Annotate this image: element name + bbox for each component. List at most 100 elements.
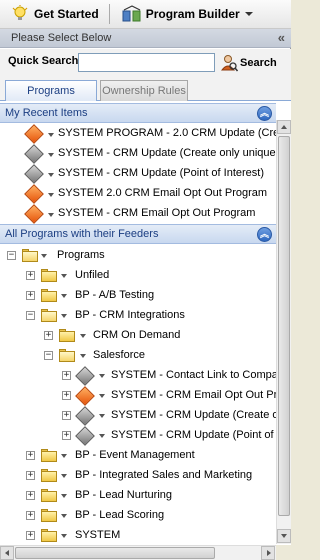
recent-item[interactable]: SYSTEM - CRM Email Opt Out Program bbox=[0, 204, 276, 224]
orange-diamond-icon bbox=[24, 184, 44, 204]
expand-node-icon[interactable]: + bbox=[62, 371, 71, 380]
recent-item[interactable]: SYSTEM 2.0 CRM Email Opt Out Program bbox=[0, 184, 276, 204]
folder-icon bbox=[41, 289, 57, 302]
expand-node-icon[interactable]: + bbox=[62, 411, 71, 420]
chevron-down-icon[interactable] bbox=[61, 514, 67, 518]
all-programs-title: All Programs with their Feeders bbox=[5, 228, 159, 240]
chevron-down-icon[interactable] bbox=[61, 314, 67, 318]
scroll-down-button[interactable] bbox=[277, 529, 291, 543]
chevron-down-icon[interactable] bbox=[48, 193, 54, 197]
tree-node-label: BP - Lead Scoring bbox=[75, 509, 165, 521]
collapse-panel-icon[interactable]: « bbox=[278, 30, 285, 45]
recent-item[interactable]: SYSTEM - CRM Update (Create only unique … bbox=[0, 144, 276, 164]
expand-node-icon[interactable]: + bbox=[26, 491, 35, 500]
recent-item-label: SYSTEM - CRM Update (Point of Interest) bbox=[58, 167, 265, 179]
vertical-scrollbar[interactable] bbox=[276, 120, 291, 544]
recent-item[interactable]: SYSTEM - CRM Update (Point of Interest) bbox=[0, 164, 276, 184]
open-folder-icon bbox=[59, 349, 75, 362]
chevron-down-icon[interactable] bbox=[48, 153, 54, 157]
collapse-node-icon[interactable]: − bbox=[26, 311, 35, 320]
search-button[interactable]: Search bbox=[220, 52, 277, 74]
program-builder-icon bbox=[122, 5, 142, 23]
collapse-section-icon[interactable]: ︽ bbox=[257, 106, 272, 121]
tab-programs[interactable]: Programs bbox=[5, 80, 97, 102]
folder-icon bbox=[41, 269, 57, 282]
expand-node-icon[interactable]: + bbox=[26, 511, 35, 520]
chevron-down-icon[interactable] bbox=[80, 334, 86, 338]
chevron-down-icon[interactable] bbox=[61, 534, 67, 538]
tree-node-label: BP - Integrated Sales and Marketing bbox=[75, 469, 253, 481]
horizontal-scroll-thumb[interactable] bbox=[15, 547, 215, 559]
chevron-down-icon[interactable] bbox=[61, 474, 67, 478]
tree-node-label: BP - Lead Nurturing bbox=[75, 489, 173, 501]
quick-search-bar: Quick Search Search bbox=[0, 49, 291, 77]
tree-node-label: SYSTEM - Contact Link to Compar bbox=[111, 369, 282, 381]
chevron-down-icon[interactable] bbox=[61, 294, 67, 298]
collapse-section-icon[interactable]: ︽ bbox=[257, 227, 272, 242]
chevron-down-icon[interactable] bbox=[48, 133, 54, 137]
vertical-scroll-thumb[interactable] bbox=[278, 136, 290, 516]
open-folder-icon bbox=[41, 309, 57, 322]
program-navigator-panel: Get Started Program Builder Please Selec… bbox=[0, 0, 291, 560]
recent-item[interactable]: SYSTEM PROGRAM - 2.0 CRM Update (Crea bbox=[0, 124, 276, 144]
expand-node-icon[interactable]: + bbox=[26, 471, 35, 480]
tree-node-label: BP - Event Management bbox=[75, 449, 195, 461]
chevron-down-icon[interactable] bbox=[99, 394, 105, 398]
chevron-down-icon[interactable] bbox=[61, 454, 67, 458]
quick-search-input[interactable] bbox=[78, 53, 215, 72]
quick-search-label: Quick Search bbox=[8, 55, 79, 67]
lightbulb-icon bbox=[10, 5, 30, 23]
tree-node-label: SYSTEM - CRM Update (Create or bbox=[111, 409, 283, 421]
collapse-node-icon[interactable]: − bbox=[7, 251, 16, 260]
all-programs-header[interactable]: All Programs with their Feeders ︽ bbox=[0, 224, 276, 244]
gray-diamond-icon bbox=[75, 426, 95, 446]
tree-node-label: SYSTEM bbox=[75, 529, 121, 541]
folder-icon bbox=[59, 329, 75, 342]
scroll-left-button[interactable] bbox=[0, 546, 14, 560]
chevron-down-icon[interactable] bbox=[41, 254, 47, 258]
program-builder-button[interactable]: Program Builder bbox=[118, 3, 257, 25]
horizontal-scrollbar[interactable] bbox=[0, 545, 276, 560]
expand-node-icon[interactable]: + bbox=[26, 271, 35, 280]
scroll-right-button[interactable] bbox=[261, 546, 275, 560]
folder-icon bbox=[41, 489, 57, 502]
chevron-down-icon[interactable] bbox=[61, 494, 67, 498]
orange-diamond-icon bbox=[24, 124, 44, 144]
chevron-down-icon[interactable] bbox=[99, 434, 105, 438]
tab-bar: Programs Ownership Rules bbox=[0, 77, 291, 102]
search-person-icon bbox=[220, 54, 239, 72]
get-started-button[interactable]: Get Started bbox=[6, 3, 103, 25]
expand-node-icon[interactable]: + bbox=[62, 431, 71, 440]
tree-node-label: SYSTEM - CRM Update (Point of I bbox=[111, 429, 280, 441]
tree-node-label: BP - CRM Integrations bbox=[75, 309, 185, 321]
arrow-right-icon bbox=[267, 550, 271, 556]
expand-node-icon[interactable]: + bbox=[62, 391, 71, 400]
recent-item-label: SYSTEM - CRM Email Opt Out Program bbox=[58, 207, 256, 219]
tab-ownership-rules[interactable]: Ownership Rules bbox=[100, 80, 188, 101]
tree-node-label: SYSTEM - CRM Email Opt Out Pro bbox=[111, 389, 284, 401]
expand-node-icon[interactable]: + bbox=[26, 451, 35, 460]
expand-node-icon[interactable]: + bbox=[44, 331, 53, 340]
chevron-down-icon[interactable] bbox=[48, 213, 54, 217]
expand-node-icon[interactable]: + bbox=[26, 531, 35, 540]
folder-icon bbox=[41, 509, 57, 522]
programs-tab-content: My Recent Items ︽ SYSTEM PROGRAM - 2.0 C… bbox=[0, 101, 291, 560]
gray-diamond-icon bbox=[24, 144, 44, 164]
chevron-down-icon[interactable] bbox=[61, 274, 67, 278]
expand-node-icon[interactable]: + bbox=[26, 291, 35, 300]
chevron-down-icon[interactable] bbox=[80, 354, 86, 358]
recent-items-header[interactable]: My Recent Items ︽ bbox=[0, 103, 276, 123]
panel-header: Please Select Below « bbox=[0, 29, 291, 48]
tree-node-label: Unfiled bbox=[75, 269, 110, 281]
chevron-down-icon[interactable] bbox=[99, 374, 105, 378]
panel-header-title: Please Select Below bbox=[11, 32, 112, 44]
toolbar: Get Started Program Builder bbox=[0, 0, 291, 29]
tree-node-label: Salesforce bbox=[93, 349, 145, 361]
collapse-node-icon[interactable]: − bbox=[44, 351, 53, 360]
recent-items-title: My Recent Items bbox=[5, 107, 88, 119]
chevron-down-icon[interactable] bbox=[99, 414, 105, 418]
recent-item-label: SYSTEM PROGRAM - 2.0 CRM Update (Crea bbox=[58, 127, 276, 139]
chevron-down-icon[interactable] bbox=[48, 173, 54, 177]
scroll-up-button[interactable] bbox=[277, 120, 291, 134]
recent-item-label: SYSTEM - CRM Update (Create only unique … bbox=[58, 147, 276, 159]
